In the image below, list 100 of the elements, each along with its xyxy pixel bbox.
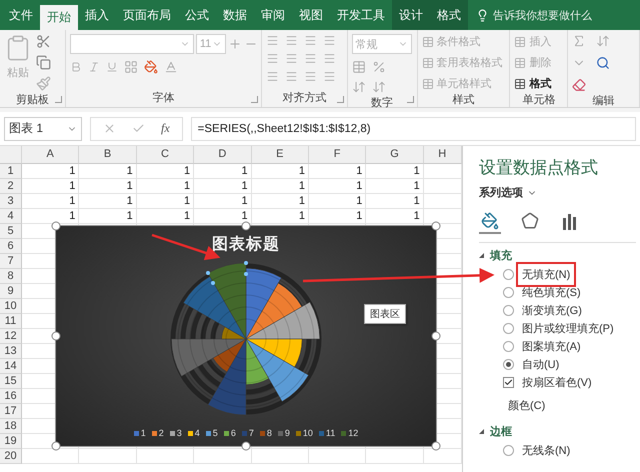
align-icon[interactable] xyxy=(266,70,279,83)
resize-handle[interactable] xyxy=(52,442,60,450)
dialog-launcher-icon[interactable] xyxy=(54,96,62,103)
dialog-launcher-icon[interactable] xyxy=(406,96,414,103)
align-icon[interactable] xyxy=(304,70,317,83)
row-header[interactable]: 10 xyxy=(0,299,22,314)
ribbon-command[interactable]: 格式 xyxy=(514,76,552,91)
rose-sector[interactable] xyxy=(246,338,270,385)
name-box[interactable]: 图表 1 xyxy=(4,116,82,140)
ribbon-tab[interactable]: 设计 xyxy=(392,0,430,30)
ribbon-tab[interactable]: 格式 xyxy=(430,0,468,30)
align-icon[interactable] xyxy=(284,70,298,83)
ribbon-tab[interactable]: 开始 xyxy=(40,5,78,30)
increase-font-icon[interactable] xyxy=(228,37,242,51)
resize-handle[interactable] xyxy=(242,222,250,230)
dialog-launcher-icon[interactable] xyxy=(250,96,258,103)
fill-color-icon[interactable] xyxy=(144,60,158,74)
percent-icon[interactable] xyxy=(372,60,386,74)
format-painter-icon[interactable] xyxy=(36,76,51,91)
align-icon[interactable] xyxy=(284,34,298,47)
font-name-field[interactable] xyxy=(70,34,194,54)
pentagon-icon[interactable] xyxy=(521,212,539,230)
align-icon[interactable] xyxy=(266,34,279,47)
radio-button[interactable] xyxy=(503,322,514,334)
column-header[interactable]: A xyxy=(22,146,80,164)
ribbon-tab[interactable]: 公式 xyxy=(178,0,216,30)
cut-icon[interactable] xyxy=(36,34,51,49)
column-header[interactable]: H xyxy=(424,146,462,164)
formula-field[interactable]: =SERIES(,,Sheet12!$I$1:$I$12,8) xyxy=(190,116,636,140)
radio-button[interactable] xyxy=(503,268,514,280)
underline-icon[interactable] xyxy=(106,61,118,73)
series-options-menu[interactable]: 系列选项 xyxy=(479,185,640,200)
sort-icon[interactable] xyxy=(596,34,610,48)
row-header[interactable]: 18 xyxy=(0,419,22,434)
column-header[interactable]: E xyxy=(252,146,309,164)
rose-sector[interactable] xyxy=(246,268,282,340)
row-header[interactable]: 4 xyxy=(0,209,22,224)
ribbon-tab[interactable]: 数据 xyxy=(216,0,254,30)
row-header[interactable]: 12 xyxy=(0,329,22,344)
row-header[interactable]: 14 xyxy=(0,359,22,374)
rose-sector[interactable] xyxy=(246,338,309,402)
row-header[interactable]: 20 xyxy=(0,449,22,464)
radio-button[interactable] xyxy=(503,304,514,316)
align-icon[interactable] xyxy=(322,70,336,83)
ribbon-tab[interactable]: 插入 xyxy=(78,0,116,30)
resize-handle[interactable] xyxy=(432,222,440,230)
resize-handle[interactable] xyxy=(52,332,60,340)
section-title[interactable]: 填充 xyxy=(490,248,512,263)
ribbon-tab[interactable]: 审阅 xyxy=(254,0,292,30)
radio-button[interactable] xyxy=(503,286,514,298)
section-title[interactable]: 边框 xyxy=(490,424,512,439)
align-icon[interactable] xyxy=(304,52,317,65)
select-all-corner[interactable] xyxy=(0,146,22,164)
column-header[interactable]: C xyxy=(136,146,194,164)
column-header[interactable]: B xyxy=(79,146,137,164)
align-icon[interactable] xyxy=(304,34,317,47)
column-header[interactable]: D xyxy=(194,146,252,164)
rose-sector[interactable] xyxy=(246,338,302,368)
row-header[interactable]: 3 xyxy=(0,194,22,209)
italic-icon[interactable] xyxy=(88,61,100,73)
row-header[interactable]: 11 xyxy=(0,314,22,329)
rose-sector[interactable] xyxy=(246,302,320,340)
ribbon-tab[interactable]: 开发工具 xyxy=(330,0,392,30)
row-header[interactable]: 16 xyxy=(0,389,22,404)
ribbon-tab[interactable]: 文件 xyxy=(2,0,40,30)
align-icon[interactable] xyxy=(266,52,279,65)
align-icon[interactable] xyxy=(322,34,336,47)
row-header[interactable]: 5 xyxy=(0,224,22,239)
column-header[interactable]: G xyxy=(366,146,424,164)
row-header[interactable]: 9 xyxy=(0,284,22,299)
pane-tab[interactable] xyxy=(479,210,501,234)
row-header[interactable]: 17 xyxy=(0,404,22,419)
checkbox[interactable] xyxy=(503,376,514,388)
ribbon-tab[interactable]: 视图 xyxy=(292,0,330,30)
dialog-launcher-icon[interactable] xyxy=(336,96,344,103)
column-header[interactable]: F xyxy=(308,146,366,164)
borders-icon[interactable] xyxy=(124,60,138,74)
align-icon[interactable] xyxy=(284,52,298,65)
tell-me-field[interactable]: 告诉我你想要做什么 xyxy=(493,8,592,22)
radio-button[interactable] xyxy=(503,358,514,370)
insert-function-button[interactable]: fx xyxy=(161,121,170,136)
bar-chart-icon[interactable] xyxy=(561,212,579,230)
cancel-icon[interactable] xyxy=(103,122,116,135)
resize-handle[interactable] xyxy=(432,442,440,450)
selection-point[interactable] xyxy=(244,261,248,265)
row-header[interactable]: 7 xyxy=(0,254,22,269)
eraser-icon[interactable] xyxy=(572,78,586,92)
search-icon[interactable] xyxy=(596,56,610,70)
row-header[interactable]: 19 xyxy=(0,434,22,449)
copy-icon[interactable] xyxy=(36,55,51,70)
ribbon-tab[interactable]: 页面布局 xyxy=(116,0,178,30)
bold-icon[interactable] xyxy=(70,61,82,73)
chart-title[interactable]: 图表标题 xyxy=(212,234,280,255)
selection-point[interactable] xyxy=(206,271,210,275)
radio-button[interactable] xyxy=(503,340,514,352)
collapse-triangle-icon[interactable] xyxy=(479,253,484,258)
rose-sector[interactable] xyxy=(246,282,302,340)
row-header[interactable]: 15 xyxy=(0,374,22,389)
paint-bucket-icon[interactable] xyxy=(481,212,499,230)
resize-handle[interactable] xyxy=(432,332,440,340)
